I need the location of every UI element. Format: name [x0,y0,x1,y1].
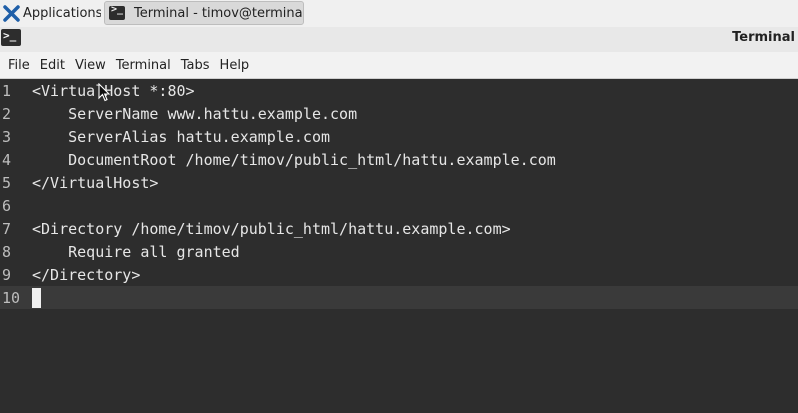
editor-line: 3 ServerAlias hattu.example.com [0,125,798,148]
window-title: Terminal [732,30,795,45]
line-number: 6 [2,196,12,215]
line-text: ServerAlias hattu.example.com [32,127,331,146]
line-number: 8 [2,242,12,261]
window-titlebar[interactable] [0,27,798,52]
line-text: </VirtualHost> [32,173,159,192]
line-number: 1 [2,81,12,100]
menu-edit[interactable]: Edit [40,58,65,73]
editor-line-current: 10 [0,286,798,309]
editor-line: 9 </Directory> [0,263,798,286]
editor-line: 1 <VirtualHost *:80> [0,79,798,102]
line-number: 9 [2,265,12,284]
line-number: 5 [2,173,12,192]
mouse-pointer-icon [98,83,110,102]
menubar: File Edit View Terminal Tabs Help [0,52,798,79]
terminal-editor-area[interactable]: 1 <VirtualHost *:80> 2 ServerName www.ha… [0,79,798,413]
line-text: </Directory> [32,265,141,284]
line-text: <VirtualHost *:80> [32,81,195,100]
line-number: 7 [2,219,12,238]
editor-line: 6 [0,194,798,217]
applications-menu-button[interactable]: Applications [0,0,101,27]
line-number: 4 [2,150,12,169]
line-number: 2 [2,104,12,123]
text-cursor [32,288,41,308]
editor-line: 4 DocumentRoot /home/timov/public_html/h… [0,148,798,171]
menu-view[interactable]: View [75,58,106,73]
window-terminal-icon[interactable] [1,29,21,46]
xfce-logo-icon [3,5,20,22]
taskbar-terminal-label: Terminal - timov@termina... [134,5,304,21]
line-text: <Directory /home/timov/public_html/hattu… [32,219,511,238]
terminal-icon [109,4,125,20]
editor-line: 8 Require all granted [0,240,798,263]
taskbar: Applications Terminal - timov@termina... [0,0,798,28]
editor-line: 5 </VirtualHost> [0,171,798,194]
applications-label: Applications [23,6,101,21]
line-text: DocumentRoot /home/timov/public_html/hat… [32,150,556,169]
editor-line: 2 ServerName www.hattu.example.com [0,102,798,125]
menu-terminal[interactable]: Terminal [116,58,171,73]
menu-file[interactable]: File [8,58,30,73]
menu-tabs[interactable]: Tabs [181,58,210,73]
taskbar-terminal-button[interactable]: Terminal - timov@termina... [104,1,304,25]
menu-help[interactable]: Help [220,58,250,73]
line-number: 10 [2,288,21,307]
line-number: 3 [2,127,12,146]
line-text: ServerName www.hattu.example.com [32,104,358,123]
editor-line: 7 <Directory /home/timov/public_html/hat… [0,217,798,240]
line-text: Require all granted [32,242,240,261]
